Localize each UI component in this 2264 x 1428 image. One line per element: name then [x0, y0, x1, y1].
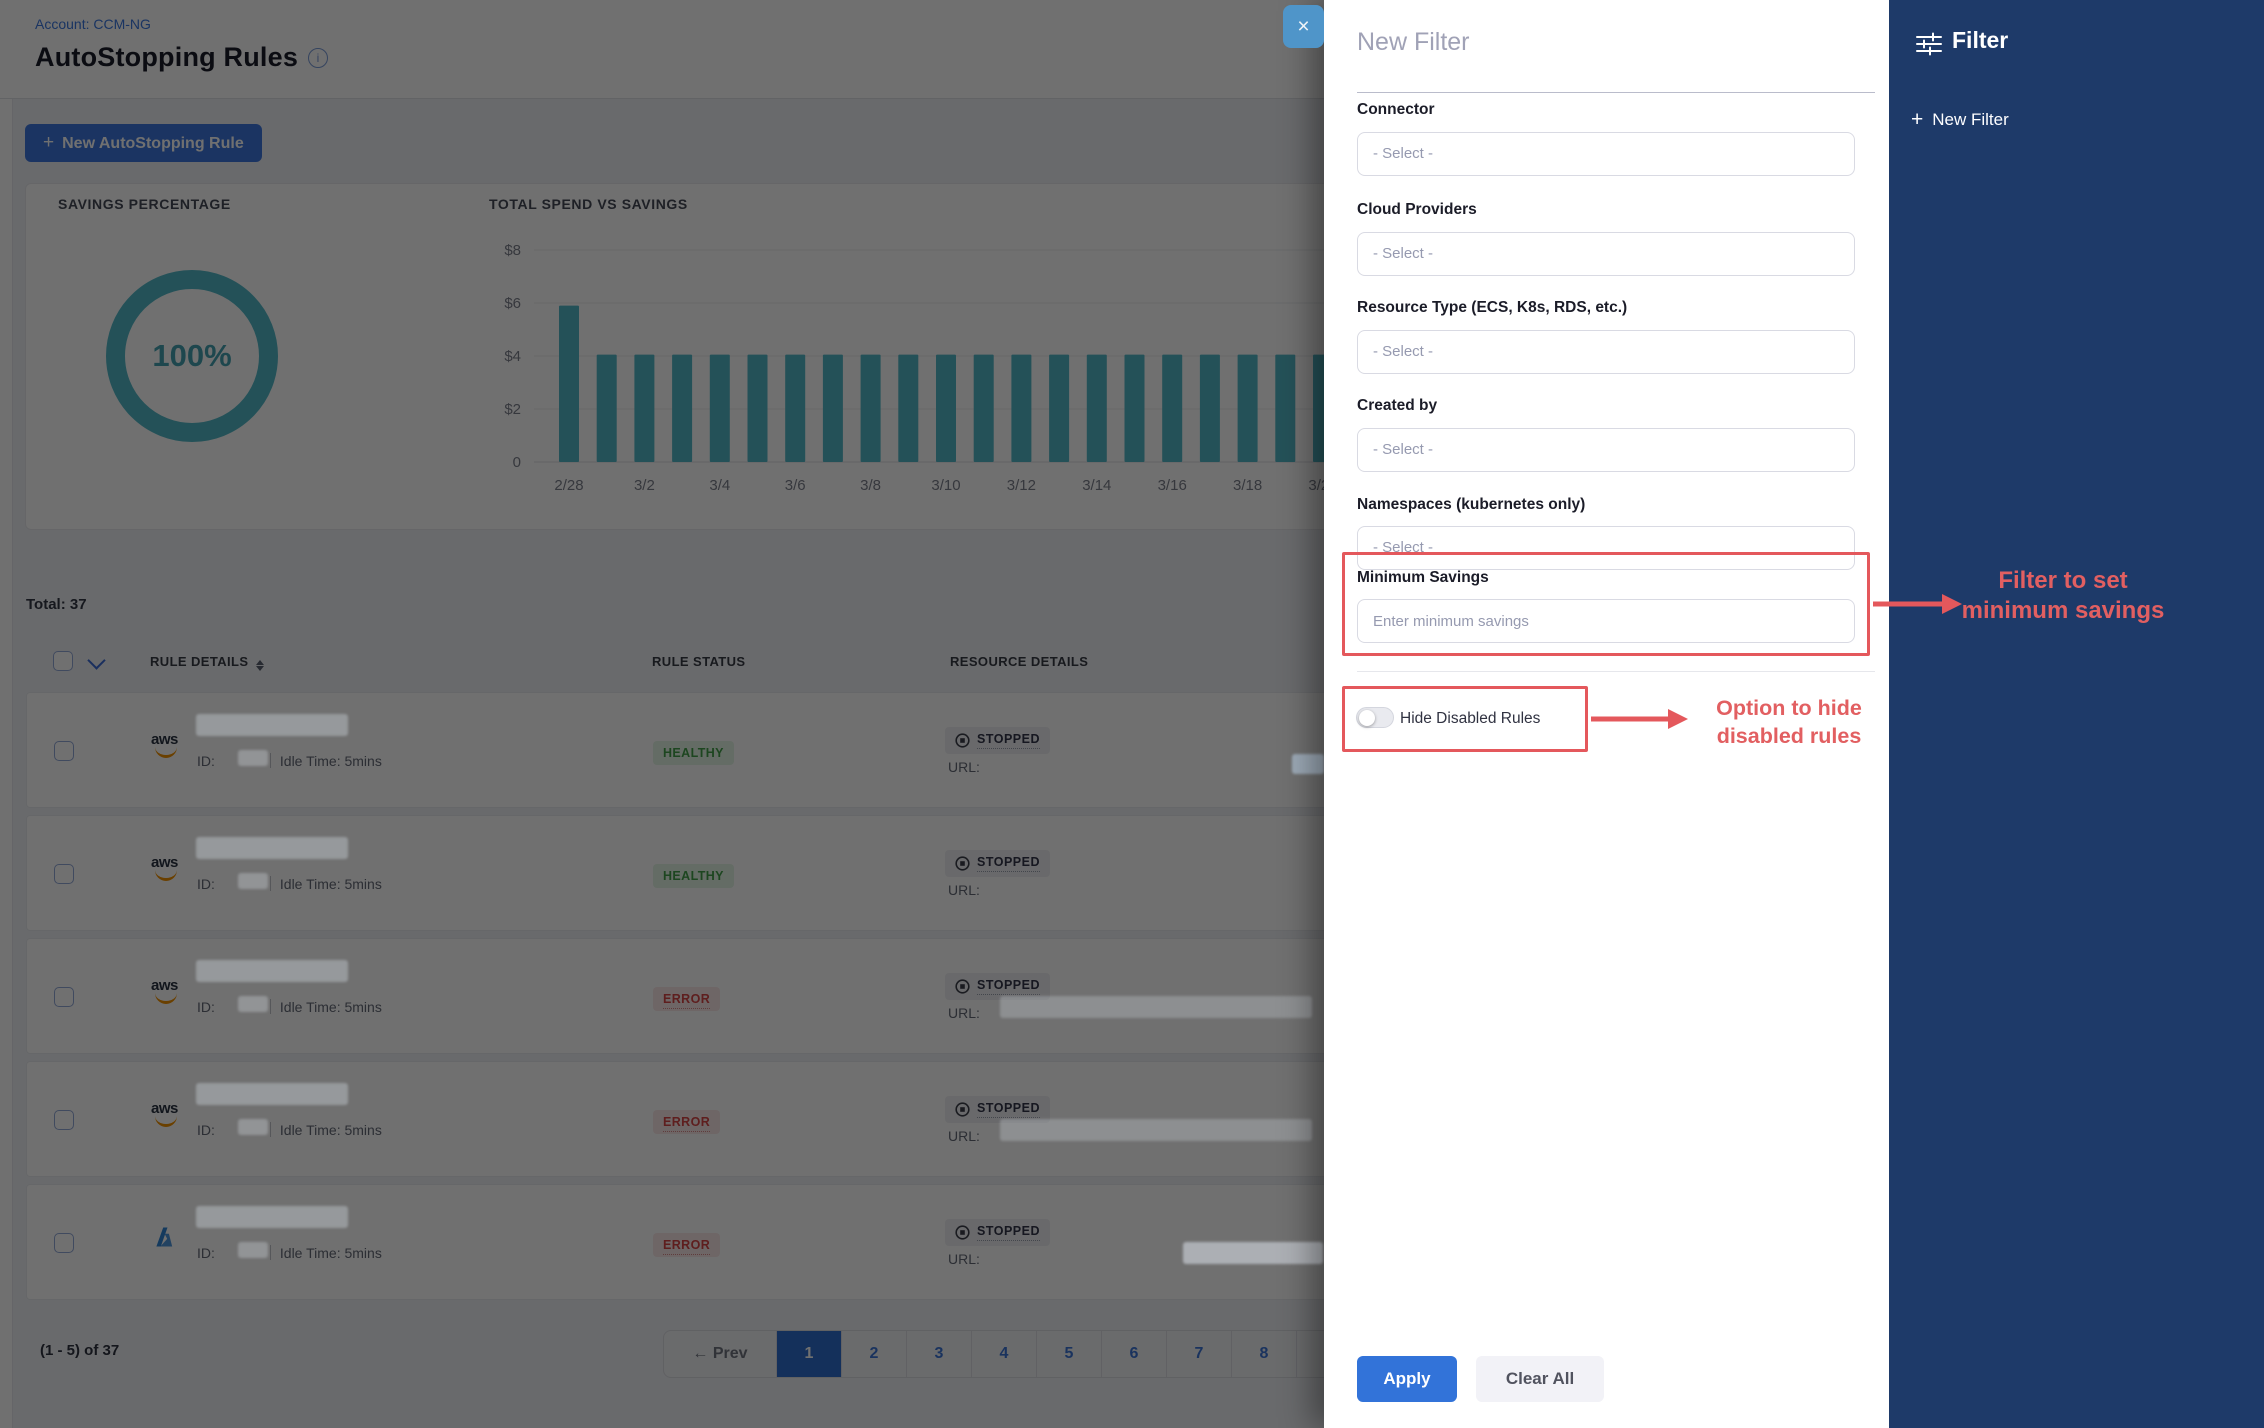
cloud-providers-label: Cloud Providers: [1357, 201, 1477, 219]
redacted-text: [238, 1119, 268, 1135]
resource-type-select[interactable]: - Select -: [1357, 330, 1855, 374]
redacted-text: [196, 1206, 348, 1228]
connector-select[interactable]: - Select -: [1357, 132, 1855, 176]
toggle-knob: [1359, 710, 1375, 726]
minimum-savings-input[interactable]: [1357, 599, 1855, 643]
redacted-text: [196, 1083, 348, 1105]
filter-name-underline: [1357, 92, 1875, 93]
apply-button[interactable]: Apply: [1357, 1356, 1457, 1402]
new-filter-button[interactable]: +New Filter: [1911, 108, 2009, 132]
namespaces-label: Namespaces (kubernetes only): [1357, 496, 1585, 514]
redacted-text: [196, 960, 348, 982]
filter-panel-title: Filter: [1952, 27, 2008, 54]
filter-side-panel: Filter +New Filter: [1889, 0, 2264, 1428]
redacted-text: [1000, 996, 1312, 1018]
namespaces-select[interactable]: - Select -: [1357, 526, 1855, 570]
redacted-text: [1183, 1242, 1323, 1264]
connector-label: Connector: [1357, 101, 1435, 119]
resource-type-label: Resource Type (ECS, K8s, RDS, etc.): [1357, 299, 1627, 317]
cloud-providers-select[interactable]: - Select -: [1357, 232, 1855, 276]
redacted-text: [196, 714, 348, 736]
hide-disabled-rules-label: Hide Disabled Rules: [1400, 710, 1540, 728]
close-icon[interactable]: ×: [1283, 5, 1324, 48]
hide-disabled-rules-toggle[interactable]: [1356, 707, 1394, 728]
redacted-text: [1292, 754, 1324, 774]
plus-icon: +: [1911, 108, 1923, 131]
redacted-text: [238, 873, 268, 889]
clear-all-button[interactable]: Clear All: [1476, 1356, 1604, 1402]
filter-sliders-icon: [1916, 32, 1942, 56]
redacted-text: [238, 750, 268, 766]
created-by-select[interactable]: - Select -: [1357, 428, 1855, 472]
redacted-text: [1000, 1119, 1312, 1141]
minimum-savings-label: Minimum Savings: [1357, 569, 1489, 587]
autostopping-rules-page: Account: CCM-NG AutoStopping Rulesi +New…: [0, 0, 2264, 1428]
created-by-label: Created by: [1357, 397, 1437, 415]
filter-name-input[interactable]: New Filter: [1357, 28, 1470, 57]
redacted-text: [238, 1242, 268, 1258]
redacted-text: [238, 996, 268, 1012]
drawer-divider: [1357, 671, 1875, 672]
redacted-text: [196, 837, 348, 859]
new-filter-drawer: × New Filter Connector - Select - Cloud …: [1324, 0, 1889, 1428]
